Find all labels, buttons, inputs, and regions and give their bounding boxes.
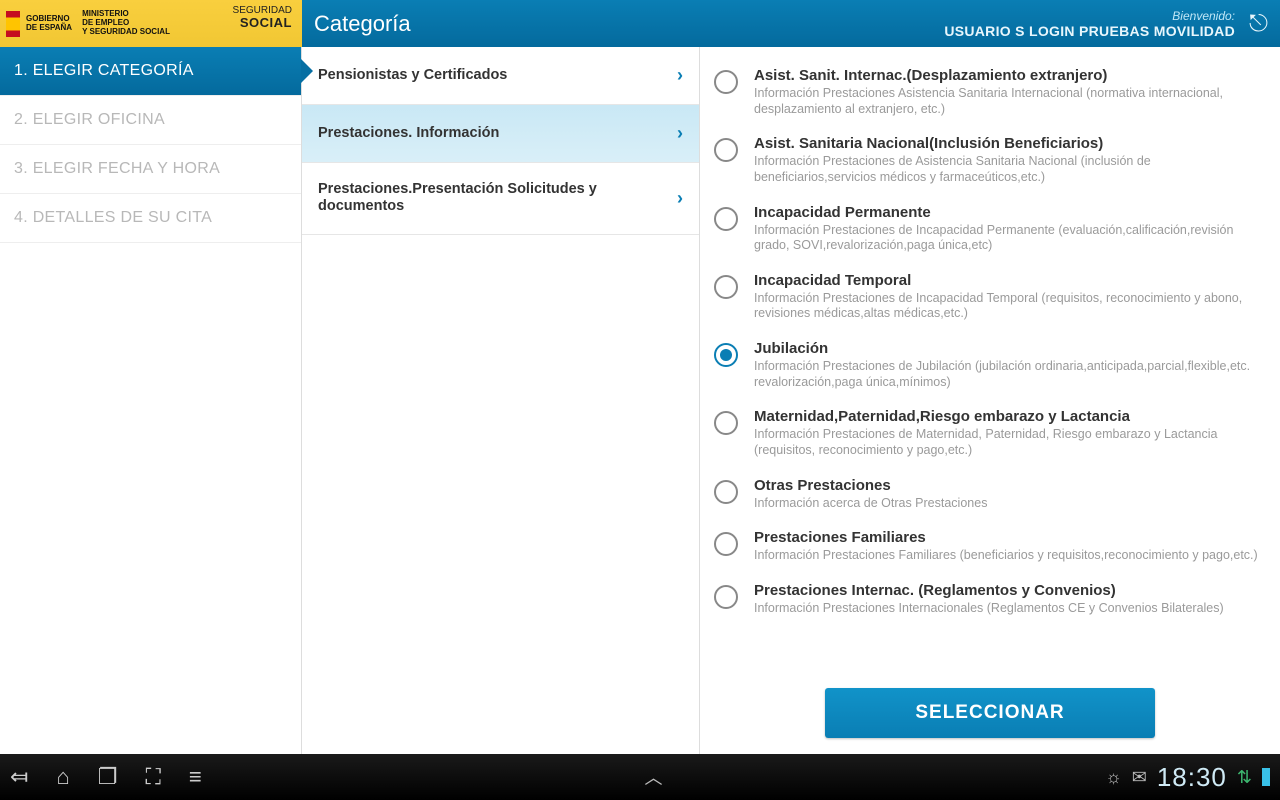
battery-icon bbox=[1262, 768, 1270, 786]
crop-icon[interactable]: ⛶ bbox=[145, 764, 160, 790]
category-label: Pensionistas y Certificados bbox=[318, 67, 507, 84]
option-item-6[interactable]: Otras Prestaciones Información acerca de … bbox=[714, 477, 1268, 512]
recent-icon[interactable]: ❐ bbox=[98, 764, 118, 790]
android-navbar: ⤆ ⌂ ❐ ⛶ ≡ ︿ ☼ ✉ 18:30 ⇅ bbox=[0, 754, 1280, 800]
option-desc: Información Prestaciones de Maternidad, … bbox=[754, 427, 1268, 458]
step-2[interactable]: 2. ELEGIR OFICINA bbox=[0, 96, 301, 145]
option-item-7[interactable]: Prestaciones Familiares Información Prest… bbox=[714, 529, 1268, 564]
gov-text-2: DE ESPAÑA bbox=[26, 24, 72, 33]
option-title: Incapacidad Permanente bbox=[754, 204, 1268, 221]
clock-label: 18:30 bbox=[1157, 762, 1227, 793]
header-user: Bienvenido: USUARIO S LOGIN PRUEBAS MOVI… bbox=[944, 9, 1235, 39]
step-4[interactable]: 4. DETALLES DE SU CITA bbox=[0, 194, 301, 243]
chevron-right-icon: › bbox=[677, 188, 683, 209]
option-title: Incapacidad Temporal bbox=[754, 272, 1268, 289]
category-item-0[interactable]: Pensionistas y Certificados › bbox=[302, 47, 699, 105]
back-icon[interactable]: ⤆ bbox=[10, 764, 28, 790]
radio-icon[interactable] bbox=[714, 70, 738, 94]
radio-icon[interactable] bbox=[714, 343, 738, 367]
option-desc: Información acerca de Otras Prestaciones bbox=[754, 496, 987, 512]
menu-icon[interactable]: ≡ bbox=[189, 764, 202, 790]
radio-icon[interactable] bbox=[714, 207, 738, 231]
category-item-1[interactable]: Prestaciones. Información › bbox=[302, 105, 699, 163]
welcome-label: Bienvenido: bbox=[944, 9, 1235, 23]
option-item-8[interactable]: Prestaciones Internac. (Reglamentos y Co… bbox=[714, 582, 1268, 617]
option-item-3[interactable]: Incapacidad Temporal Información Prestaci… bbox=[714, 272, 1268, 322]
option-title: Jubilación bbox=[754, 340, 1268, 357]
option-desc: Información Prestaciones Asistencia Sani… bbox=[754, 86, 1268, 117]
chevron-right-icon: › bbox=[677, 123, 683, 144]
radio-icon[interactable] bbox=[714, 411, 738, 435]
option-title: Maternidad,Paternidad,Riesgo embarazo y … bbox=[754, 408, 1268, 425]
brightness-icon[interactable]: ☼ bbox=[1105, 767, 1122, 788]
category-list: Pensionistas y Certificados›Prestaciones… bbox=[302, 47, 700, 754]
logout-icon[interactable]: ⎋ bbox=[1249, 10, 1268, 38]
option-item-2[interactable]: Incapacidad Permanente Información Presta… bbox=[714, 204, 1268, 254]
radio-icon[interactable] bbox=[714, 138, 738, 162]
category-label: Prestaciones.Presentación Solicitudes y … bbox=[318, 181, 638, 216]
gov-banner: GOBIERNO DE ESPAÑA MINISTERIO DE EMPLEO … bbox=[0, 0, 302, 47]
option-title: Otras Prestaciones bbox=[754, 477, 987, 494]
radio-icon[interactable] bbox=[714, 585, 738, 609]
option-item-1[interactable]: Asist. Sanitaria Nacional(Inclusión Bene… bbox=[714, 135, 1268, 185]
select-button[interactable]: SELECCIONAR bbox=[825, 688, 1154, 738]
steps-sidebar: 1. ELEGIR CATEGORÍA2. ELEGIR OFICINA3. E… bbox=[0, 47, 302, 754]
option-item-4[interactable]: Jubilación Información Prestaciones de Ju… bbox=[714, 340, 1268, 390]
option-title: Asist. Sanitaria Nacional(Inclusión Bene… bbox=[754, 135, 1268, 152]
app-header: Categoría Bienvenido: USUARIO S LOGIN PR… bbox=[302, 0, 1280, 47]
category-label: Prestaciones. Información bbox=[318, 125, 499, 142]
min-text-3: Y SEGURIDAD SOCIAL bbox=[82, 28, 170, 37]
expand-icon[interactable]: ︿ bbox=[644, 764, 662, 790]
step-3[interactable]: 3. ELEGIR FECHA Y HORA bbox=[0, 145, 301, 194]
page-title: Categoría bbox=[314, 11, 411, 37]
option-desc: Información Prestaciones Familiares (ben… bbox=[754, 548, 1258, 564]
home-icon[interactable]: ⌂ bbox=[56, 764, 69, 790]
option-item-0[interactable]: Asist. Sanit. Internac.(Desplazamiento e… bbox=[714, 67, 1268, 117]
option-desc: Información Prestaciones de Incapacidad … bbox=[754, 291, 1268, 322]
option-desc: Información Prestaciones de Asistencia S… bbox=[754, 154, 1268, 185]
signal-icon: ⇅ bbox=[1237, 767, 1252, 788]
radio-icon[interactable] bbox=[714, 275, 738, 299]
seguridad-social-badge: SEGURIDAD SOCIAL bbox=[233, 6, 292, 29]
option-title: Prestaciones Familiares bbox=[754, 529, 1258, 546]
option-desc: Información Prestaciones de Jubilación (… bbox=[754, 359, 1268, 390]
mail-icon: ✉ bbox=[1132, 767, 1147, 788]
option-title: Prestaciones Internac. (Reglamentos y Co… bbox=[754, 582, 1224, 599]
option-item-5[interactable]: Maternidad,Paternidad,Riesgo embarazo y … bbox=[714, 408, 1268, 458]
option-desc: Información Prestaciones de Incapacidad … bbox=[754, 223, 1268, 254]
category-item-2[interactable]: Prestaciones.Presentación Solicitudes y … bbox=[302, 163, 699, 235]
spain-flag-icon bbox=[6, 11, 20, 37]
radio-icon[interactable] bbox=[714, 532, 738, 556]
step-1: 1. ELEGIR CATEGORÍA bbox=[0, 47, 301, 96]
options-list: Asist. Sanit. Internac.(Desplazamiento e… bbox=[700, 47, 1280, 678]
username-label: USUARIO S LOGIN PRUEBAS MOVILIDAD bbox=[944, 23, 1235, 39]
option-desc: Información Prestaciones Internacionales… bbox=[754, 601, 1224, 617]
chevron-right-icon: › bbox=[677, 65, 683, 86]
radio-icon[interactable] bbox=[714, 480, 738, 504]
option-title: Asist. Sanit. Internac.(Desplazamiento e… bbox=[754, 67, 1268, 84]
